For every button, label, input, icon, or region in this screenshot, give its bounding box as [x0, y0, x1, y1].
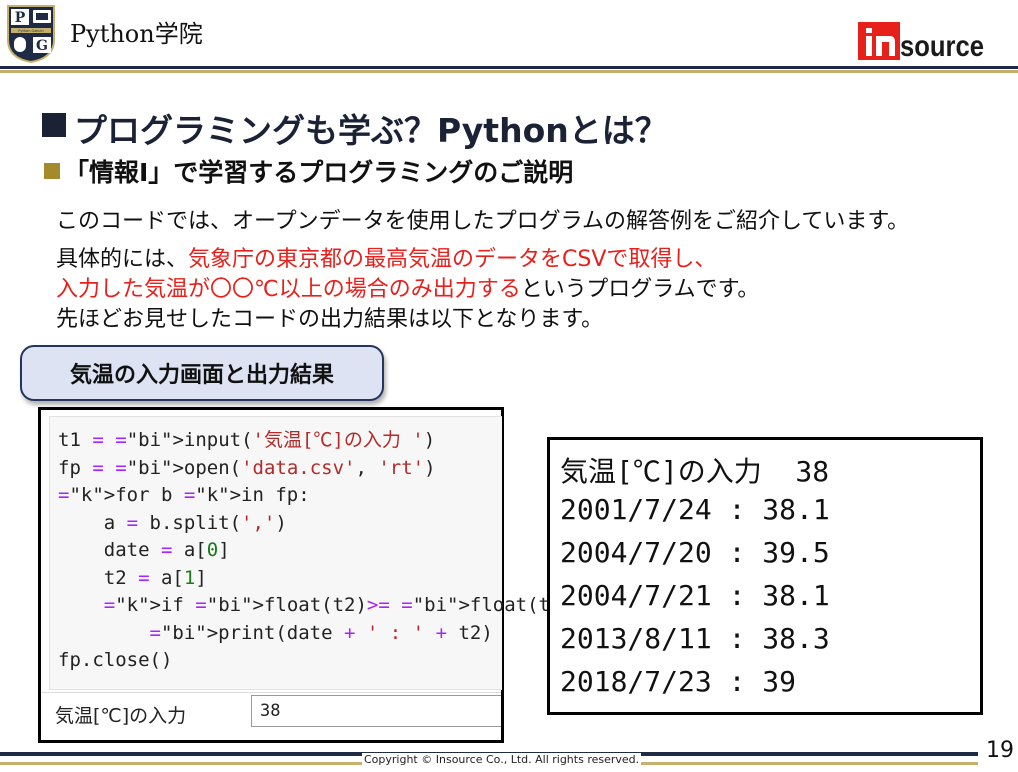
header-rule-navy — [0, 66, 1018, 69]
slide-subtitle: 「情報Ⅰ」で学習するプログラミングのご説明 — [64, 158, 574, 187]
subtitle-square-bullet — [44, 163, 60, 179]
header-rule-gold — [0, 70, 1018, 73]
output-line: 2004/7/20 : 39.5 — [560, 536, 830, 569]
body-line-2-prefix: 具体的には、 — [56, 247, 189, 272]
code-cell: t1 = ="bi">input('気温[℃]の入力 ') fp = ="bi">… — [49, 416, 584, 690]
body-line-3-suffix: というプログラムです。 — [520, 277, 760, 302]
body-line-3: 入力した気温が〇〇℃以上の場合のみ出力するというプログラムです。 — [56, 271, 759, 303]
page-number: 19 — [986, 738, 1014, 763]
logo-letter-p: P — [15, 10, 26, 26]
body-line-2: 具体的には、気象庁の東京都の最高気温のデータをCSVで取得し、 — [56, 241, 716, 273]
code-line: t1 = ="bi">input('気温[℃]の入力 ') — [58, 429, 436, 451]
body-line-1: このコードでは、オープンデータを使用したプログラムの解答例をご紹介しています。 — [56, 209, 910, 234]
body-line-2-highlight: 気象庁の東京都の最高気温のデータをCSVで取得し、 — [188, 247, 717, 272]
slide-title: プログラミングも学ぶ？Pythonとは？ — [74, 111, 668, 150]
body-line-3-highlight: 入力した気温が〇〇℃以上の場合のみ出力する — [56, 277, 521, 302]
code-line: ="k">if ="bi">float(t2)>= ="bi">float(t1… — [103, 594, 585, 616]
output-line: 2013/8/11 : 38.3 — [560, 622, 830, 655]
output-panel: 気温[℃]の入力 38 2001/7/24 : 38.1 2004/7/20 : 3… — [547, 437, 983, 715]
output-line: 2018/7/23 : 39 — [560, 665, 797, 698]
output-line: 2001/7/24 : 38.1 — [560, 493, 830, 526]
copyright-text: Copyright © Insource Co., Ltd. All right… — [362, 753, 642, 766]
code-line: ="k">for b ="k">in fp: — [58, 484, 310, 506]
input-prompt-label: 気温[℃]の入力 — [55, 705, 187, 727]
svg-text:source: source — [900, 30, 984, 63]
section-label: 気温の入力画面と出力結果 — [20, 345, 384, 401]
code-line: fp.close() — [58, 649, 173, 671]
temperature-input[interactable]: 38 — [251, 695, 501, 727]
code-line: date = a[0] — [58, 539, 230, 561]
code-block: t1 = ="bi">input('気温[℃]の入力 ') fp = ="bi">… — [58, 427, 584, 675]
body-line-4: 先ほどお見せしたコードの出力結果は以下となります。 — [56, 307, 604, 332]
python-gakuin-logo: P Python Gakuin G — [7, 5, 55, 64]
output-line: 2004/7/21 : 38.1 — [560, 579, 830, 612]
code-line: fp = ="bi">open('data.csv', 'rt') — [58, 456, 436, 479]
code-line: a = b.split(',') — [58, 511, 287, 534]
insource-logo: source — [858, 22, 984, 63]
logo-letter-g: G — [36, 38, 48, 54]
code-panel: t1 = ="bi">input('気温[℃]の入力 ') fp = ="bi">… — [38, 407, 584, 743]
output-line: 気温[℃]の入力 38 — [560, 455, 830, 488]
logo-caption: Python Gakuin — [18, 29, 43, 33]
title-square-bullet — [42, 113, 66, 137]
brand-name: Python学院 — [70, 20, 203, 48]
code-line: ="bi">print(date + ' : ' + t2) — [149, 621, 493, 644]
code-line: t2 = a[1] — [58, 566, 207, 589]
code-panel-divider — [41, 692, 501, 693]
